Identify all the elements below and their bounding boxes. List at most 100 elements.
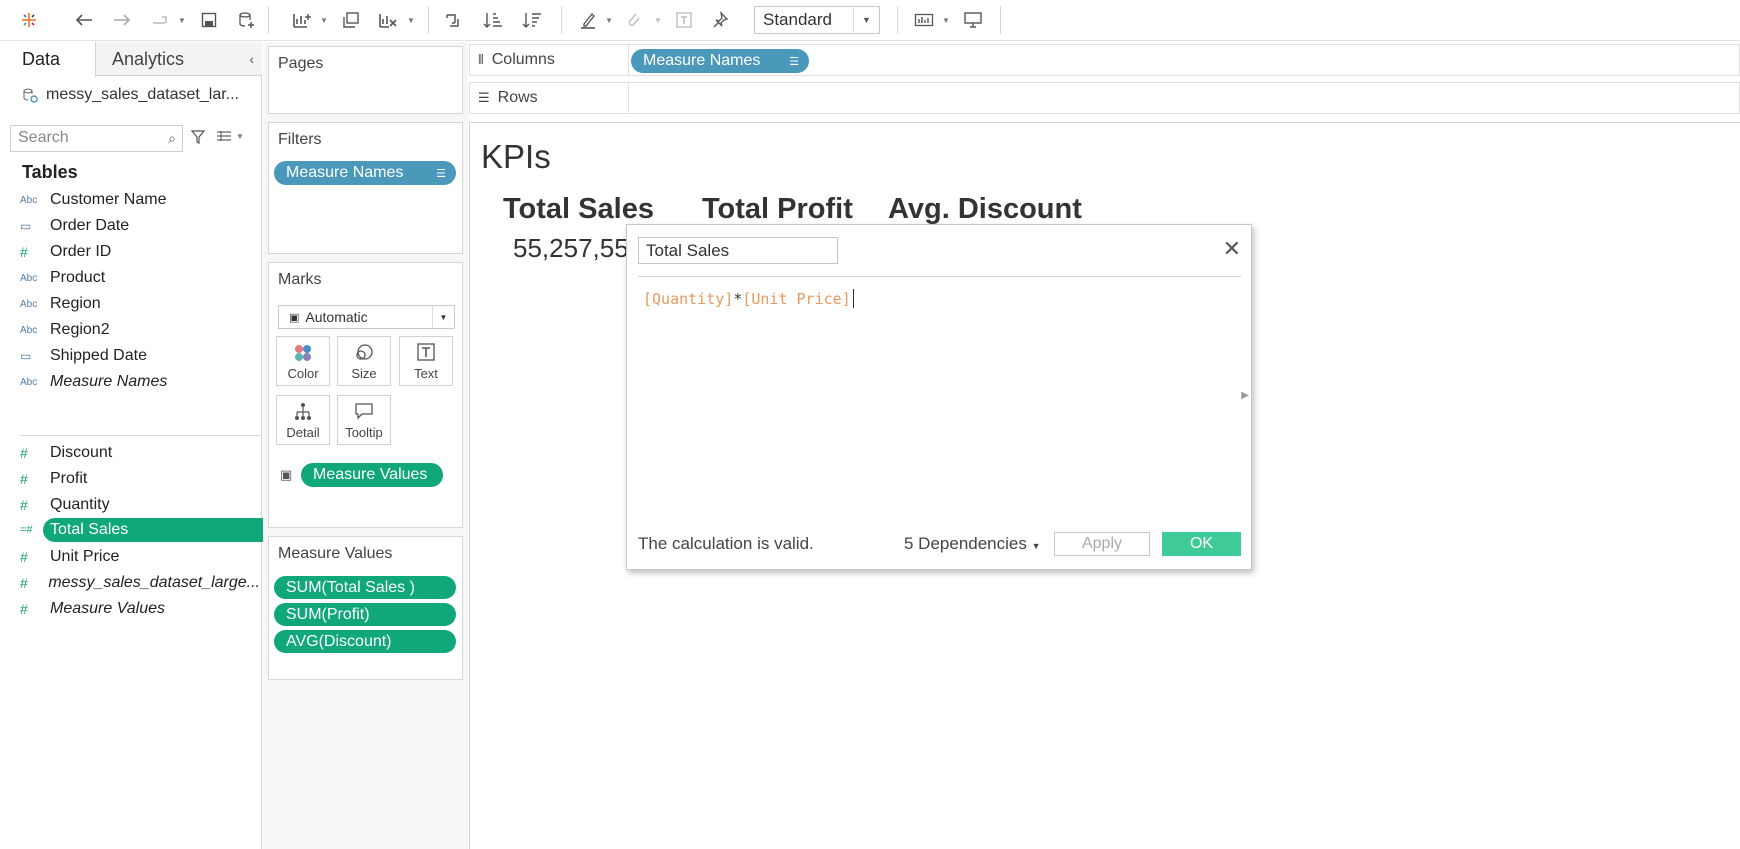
search-icon: ⌕ — [168, 130, 176, 146]
dialog-divider — [638, 276, 1241, 277]
field-total-sales[interactable]: =# Total Sales — [20, 518, 279, 542]
detail-icon — [277, 402, 329, 422]
search-input[interactable]: Search ⌕ — [10, 125, 183, 152]
apply-button[interactable]: Apply — [1054, 532, 1150, 556]
pill-label: AVG(Discount) — [286, 632, 392, 650]
new-worksheet-icon[interactable] — [290, 8, 314, 32]
columns-pill-measure-names[interactable]: Measure Names ☰ — [631, 49, 809, 73]
dependencies-dropdown[interactable]: 5 Dependencies ▼ — [904, 534, 1041, 554]
formula-editor[interactable]: [Quantity]*[Unit Price] — [643, 289, 854, 308]
new-worksheet-dropdown-icon[interactable]: ▼ — [318, 8, 330, 32]
search-placeholder: Search — [18, 129, 69, 146]
toolbar-separator — [1000, 6, 1001, 34]
field-label: Region — [50, 295, 101, 312]
measure-values-shelf[interactable]: Measure Values SUM(Total Sales ) SUM(Pro… — [268, 536, 463, 680]
string-field-icon: Abc — [20, 272, 38, 284]
ok-button[interactable]: OK — [1162, 532, 1241, 556]
text-button[interactable]: Text — [399, 336, 453, 386]
highlight-dropdown-icon[interactable]: ▼ — [603, 8, 615, 32]
field-discount[interactable]: # Discount — [20, 441, 260, 465]
mark-type-icon: ▣ — [289, 311, 300, 324]
data-source[interactable]: messy_sales_dataset_lar... — [22, 86, 239, 104]
date-field-icon: ▭ — [20, 349, 32, 363]
rows-label-text: Rows — [497, 89, 538, 106]
group-dropdown-icon[interactable]: ▼ — [652, 8, 664, 32]
measure-pill-sum-profit[interactable]: SUM(Profit) — [274, 603, 456, 626]
field-shipped-date[interactable]: ▭ Shipped Date — [20, 344, 260, 368]
close-icon[interactable]: ✕ — [1223, 236, 1241, 262]
highlight-icon[interactable] — [576, 8, 600, 32]
size-button[interactable]: Size — [337, 336, 391, 386]
view-options-button[interactable]: ▼ — [216, 130, 244, 142]
field-label: Discount — [50, 444, 113, 461]
marks-pill-measure-values[interactable]: Measure Values — [301, 463, 443, 487]
number-field-icon: # — [20, 549, 28, 565]
field-label: Shipped Date — [50, 347, 147, 364]
show-me-icon[interactable] — [912, 8, 936, 32]
filters-shelf[interactable]: Filters Measure Names ☰ — [268, 122, 463, 254]
group-members-icon[interactable] — [622, 8, 646, 32]
tables-heading: Tables — [22, 162, 78, 182]
tab-data[interactable]: Data — [0, 42, 96, 77]
pill-label: SUM(Total Sales ) — [286, 578, 415, 596]
field-measure-names[interactable]: Abc Measure Names — [20, 370, 260, 394]
color-button[interactable]: Color — [276, 336, 330, 386]
replay-dropdown-icon[interactable]: ▼ — [176, 8, 188, 32]
swap-rows-columns-icon[interactable] — [441, 8, 465, 32]
field-product[interactable]: Abc Product — [20, 266, 260, 290]
field-unit-price[interactable]: # Unit Price — [20, 545, 260, 569]
clear-sheet-icon[interactable] — [376, 8, 400, 32]
pill-label: Measure Names — [286, 164, 404, 181]
filter-fields-icon[interactable] — [190, 130, 206, 149]
measure-pill-avg-discount[interactable]: AVG(Discount) — [274, 630, 456, 653]
data-pane: Data Analytics ‹ messy_sales_dataset_lar… — [0, 42, 279, 849]
string-field-icon: Abc — [20, 376, 38, 388]
sort-ascending-icon[interactable] — [481, 8, 505, 32]
clear-dropdown-icon[interactable]: ▼ — [405, 8, 417, 32]
field-profit[interactable]: # Profit — [20, 467, 260, 491]
rows-drop-area[interactable] — [628, 83, 1740, 113]
presentation-mode-icon[interactable] — [961, 8, 985, 32]
expand-functions-icon[interactable]: ▶ — [1241, 390, 1249, 401]
columns-drop-area[interactable]: Measure Names ☰ — [628, 45, 1740, 75]
number-field-icon: # — [20, 244, 28, 260]
tooltip-button[interactable]: Tooltip — [337, 395, 391, 445]
date-field-icon: ▭ — [20, 219, 32, 233]
field-measure-values[interactable]: # Measure Values — [20, 597, 260, 621]
field-order-date[interactable]: ▭ Order Date — [20, 214, 260, 238]
redo-icon[interactable] — [110, 8, 134, 32]
field-region[interactable]: Abc Region — [20, 292, 260, 316]
pages-shelf[interactable]: Pages — [268, 46, 463, 114]
field-quantity[interactable]: # Quantity — [20, 493, 260, 517]
undo-icon[interactable] — [72, 8, 96, 32]
replay-icon[interactable] — [148, 8, 172, 32]
mark-type-select[interactable]: ▣ Automatic ▼ — [278, 305, 455, 329]
new-datasource-icon[interactable] — [235, 8, 259, 32]
columns-shelf: ⦀ Columns Measure Names ☰ — [469, 44, 1740, 76]
sort-indicator-icon: ☰ — [789, 55, 799, 68]
tab-analytics[interactable]: Analytics — [96, 42, 206, 76]
number-field-icon: # — [20, 575, 28, 591]
tooltip-icon — [338, 402, 390, 420]
save-icon[interactable] — [197, 8, 221, 32]
measure-pill-sum-total-sales[interactable]: SUM(Total Sales ) — [274, 576, 456, 599]
show-me-dropdown-icon[interactable]: ▼ — [940, 8, 952, 32]
field-customer-name[interactable]: Abc Customer Name — [20, 188, 260, 212]
pages-title: Pages — [278, 55, 324, 72]
detail-button[interactable]: Detail — [276, 395, 330, 445]
duplicate-sheet-icon[interactable] — [339, 8, 363, 32]
dimension-measure-divider — [20, 435, 262, 436]
show-mark-labels-icon[interactable] — [672, 8, 696, 32]
field-order-id[interactable]: # Order ID — [20, 240, 260, 264]
chevron-down-icon: ▼ — [432, 306, 454, 328]
color-label: Color — [287, 366, 319, 381]
sort-descending-icon[interactable] — [520, 8, 544, 32]
field-region2[interactable]: Abc Region2 — [20, 318, 260, 342]
filter-pill-measure-names[interactable]: Measure Names ☰ — [274, 161, 456, 185]
calc-name-input[interactable]: Total Sales — [638, 237, 838, 264]
tableau-logo-icon[interactable] — [17, 8, 41, 32]
field-record-count[interactable]: # messy_sales_dataset_large... — [20, 571, 260, 595]
collapse-pane-icon[interactable]: ‹ — [249, 51, 254, 67]
pin-axes-icon[interactable] — [709, 8, 733, 32]
view-fit-select[interactable]: Standard ▼ — [754, 6, 880, 34]
